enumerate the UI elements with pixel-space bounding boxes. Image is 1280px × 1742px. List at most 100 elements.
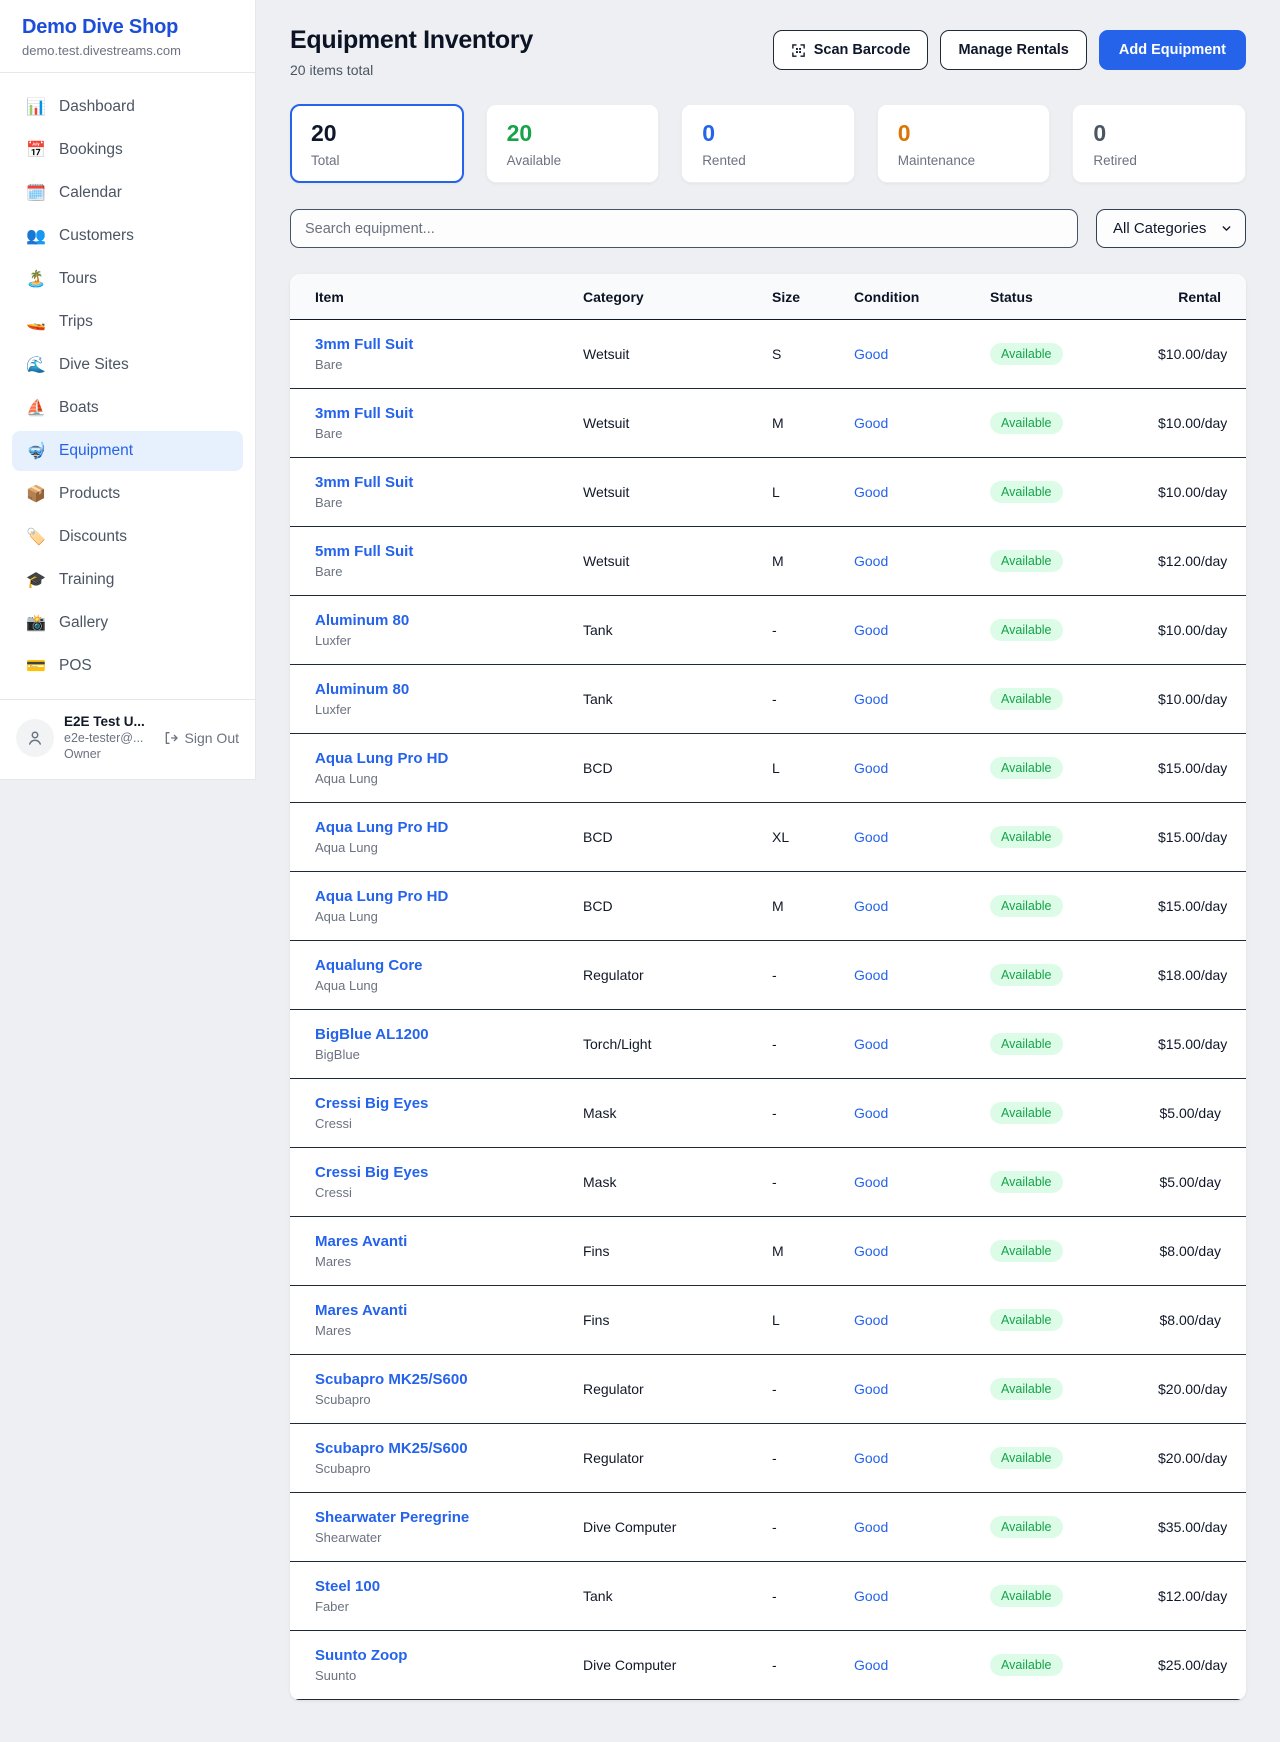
condition-link[interactable]: Good	[854, 1381, 888, 1397]
table-row: 3mm Full Suit Bare Wetsuit S Good Availa…	[290, 320, 1246, 389]
sidebar-nav-item[interactable]: 📅 Bookings	[12, 130, 243, 170]
condition-link[interactable]: Good	[854, 1312, 888, 1328]
item-name-link[interactable]: Mares Avanti	[315, 1233, 583, 1250]
item-cell: Mares Avanti Mares	[315, 1233, 583, 1269]
item-brand: Bare	[315, 357, 583, 372]
stat-card[interactable]: 20 Total	[290, 104, 464, 183]
condition-link[interactable]: Good	[854, 1105, 888, 1121]
item-brand: Bare	[315, 564, 583, 579]
item-name-link[interactable]: Aqua Lung Pro HD	[315, 750, 583, 767]
sidebar-nav-item[interactable]: 🗓️ Calendar	[12, 173, 243, 213]
item-cell: Aqua Lung Pro HD Aqua Lung	[315, 750, 583, 786]
table-row: 5mm Full Suit Bare Wetsuit M Good Availa…	[290, 527, 1246, 596]
table-row: Aqua Lung Pro HD Aqua Lung BCD XL Good A…	[290, 803, 1246, 872]
manage-rentals-button[interactable]: Manage Rentals	[940, 30, 1086, 70]
item-name-link[interactable]: Cressi Big Eyes	[315, 1164, 583, 1181]
table-row: Suunto Zoop Suunto Dive Computer - Good …	[290, 1631, 1246, 1700]
item-name-link[interactable]: Aqua Lung Pro HD	[315, 888, 583, 905]
sidebar-nav-item[interactable]: 🤿 Equipment	[12, 431, 243, 471]
status-badge: Available	[990, 412, 1063, 434]
condition-link[interactable]: Good	[854, 1036, 888, 1052]
sidebar-nav-item[interactable]: 📊 Dashboard	[12, 87, 243, 127]
item-brand: Aqua Lung	[315, 909, 583, 924]
sidebar-nav-item[interactable]: 💳 POS	[12, 646, 243, 686]
item-brand: Faber	[315, 1599, 583, 1614]
item-name-link[interactable]: Aluminum 80	[315, 612, 583, 629]
sidebar-nav-item[interactable]: 👥 Customers	[12, 216, 243, 256]
stat-label: Retired	[1093, 153, 1225, 168]
category-cell: Tank	[583, 622, 772, 638]
stat-card[interactable]: 0 Retired	[1072, 104, 1246, 183]
rental-rate: $5.00/day	[1158, 1174, 1221, 1190]
condition-link[interactable]: Good	[854, 346, 888, 362]
item-name-link[interactable]: Cressi Big Eyes	[315, 1095, 583, 1112]
condition-link[interactable]: Good	[854, 1243, 888, 1259]
sign-out-button[interactable]: Sign Out	[163, 730, 239, 746]
item-name-link[interactable]: Shearwater Peregrine	[315, 1509, 583, 1526]
search-input[interactable]	[290, 209, 1078, 248]
sidebar-nav-item[interactable]: 🚤 Trips	[12, 302, 243, 342]
condition-link[interactable]: Good	[854, 898, 888, 914]
condition-link[interactable]: Good	[854, 1174, 888, 1190]
size-cell: L	[772, 1312, 854, 1328]
item-name-link[interactable]: 3mm Full Suit	[315, 474, 583, 491]
sidebar-nav-item[interactable]: 🏷️ Discounts	[12, 517, 243, 557]
category-cell: Fins	[583, 1243, 772, 1259]
condition-link[interactable]: Good	[854, 622, 888, 638]
condition-link[interactable]: Good	[854, 1657, 888, 1673]
condition-link[interactable]: Good	[854, 691, 888, 707]
sidebar-nav-item[interactable]: 🌊 Dive Sites	[12, 345, 243, 385]
sidebar-nav-item[interactable]: 🏝️ Tours	[12, 259, 243, 299]
item-name-link[interactable]: Mares Avanti	[315, 1302, 583, 1319]
item-name-link[interactable]: 5mm Full Suit	[315, 543, 583, 560]
condition-link[interactable]: Good	[854, 1450, 888, 1466]
item-name-link[interactable]: Aqualung Core	[315, 957, 583, 974]
stat-card[interactable]: 0 Maintenance	[877, 104, 1051, 183]
item-name-link[interactable]: Suunto Zoop	[315, 1647, 583, 1664]
status-badge: Available	[990, 619, 1063, 641]
stat-value: 0	[898, 120, 1030, 147]
condition-link[interactable]: Good	[854, 829, 888, 845]
item-name-link[interactable]: 3mm Full Suit	[315, 405, 583, 422]
sidebar-nav-item[interactable]: 🎓 Training	[12, 560, 243, 600]
rental-rate: $15.00/day	[1158, 829, 1227, 845]
condition-link[interactable]: Good	[854, 415, 888, 431]
item-name-link[interactable]: Aluminum 80	[315, 681, 583, 698]
item-brand: Mares	[315, 1254, 583, 1269]
scan-barcode-button[interactable]: Scan Barcode	[773, 30, 929, 70]
item-name-link[interactable]: Aqua Lung Pro HD	[315, 819, 583, 836]
item-name-link[interactable]: 3mm Full Suit	[315, 336, 583, 353]
table-row: Shearwater Peregrine Shearwater Dive Com…	[290, 1493, 1246, 1562]
table-row: Scubapro MK25/S600 Scubapro Regulator - …	[290, 1355, 1246, 1424]
sidebar-nav-item[interactable]: 📸 Gallery	[12, 603, 243, 643]
condition-link[interactable]: Good	[854, 967, 888, 983]
condition-link[interactable]: Good	[854, 1588, 888, 1604]
stat-label: Maintenance	[898, 153, 1030, 168]
stat-card[interactable]: 0 Rented	[681, 104, 855, 183]
category-cell: Regulator	[583, 1381, 772, 1397]
status-badge: Available	[990, 481, 1063, 503]
stat-card[interactable]: 20 Available	[486, 104, 660, 183]
manage-rentals-label: Manage Rentals	[958, 42, 1068, 58]
condition-link[interactable]: Good	[854, 760, 888, 776]
item-cell: BigBlue AL1200 BigBlue	[315, 1026, 583, 1062]
item-name-link[interactable]: Steel 100	[315, 1578, 583, 1595]
condition-link[interactable]: Good	[854, 1519, 888, 1535]
item-brand: Luxfer	[315, 702, 583, 717]
item-name-link[interactable]: Scubapro MK25/S600	[315, 1440, 583, 1457]
item-brand: Aqua Lung	[315, 978, 583, 993]
size-cell: S	[772, 346, 854, 362]
condition-link[interactable]: Good	[854, 484, 888, 500]
item-name-link[interactable]: BigBlue AL1200	[315, 1026, 583, 1043]
sidebar-nav-item[interactable]: ⛵ Boats	[12, 388, 243, 428]
category-select[interactable]: All Categories	[1096, 209, 1246, 248]
rental-rate: $18.00/day	[1158, 967, 1227, 983]
status-badge: Available	[990, 1447, 1063, 1469]
sidebar-nav-item[interactable]: 📦 Products	[12, 474, 243, 514]
item-cell: Aqua Lung Pro HD Aqua Lung	[315, 888, 583, 924]
rental-rate: $15.00/day	[1158, 1036, 1227, 1052]
item-name-link[interactable]: Scubapro MK25/S600	[315, 1371, 583, 1388]
item-cell: Scubapro MK25/S600 Scubapro	[315, 1440, 583, 1476]
condition-link[interactable]: Good	[854, 553, 888, 569]
add-equipment-button[interactable]: Add Equipment	[1099, 30, 1246, 70]
